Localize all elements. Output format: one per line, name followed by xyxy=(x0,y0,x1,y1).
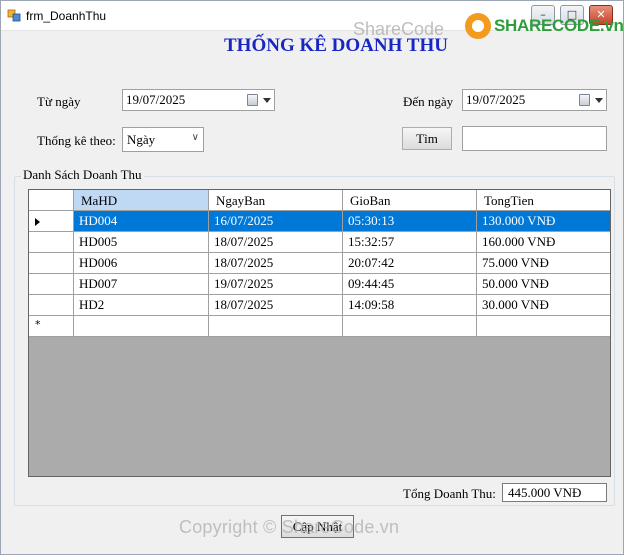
table-cell[interactable]: HD006 xyxy=(74,253,209,274)
current-row-arrow-icon xyxy=(35,218,40,226)
table-cell[interactable]: 18/07/2025 xyxy=(209,253,343,274)
table-cell[interactable]: 16/07/2025 xyxy=(209,211,343,232)
table-row[interactable]: HD005 18/07/2025 15:32:57 160.000 VNĐ xyxy=(29,232,610,253)
table-cell[interactable] xyxy=(477,316,610,337)
new-row[interactable]: * xyxy=(29,316,610,337)
total-revenue-value: 445.000 VNĐ xyxy=(508,485,582,500)
page-title: THỐNG KÊ DOANH THU xyxy=(224,35,448,56)
table-cell[interactable]: 160.000 VNĐ xyxy=(477,232,610,253)
search-button[interactable]: Tìm xyxy=(402,127,452,150)
column-header-ngayban[interactable]: NgayBan xyxy=(209,190,343,211)
column-header-gioban[interactable]: GioBan xyxy=(343,190,477,211)
row-header[interactable]: * xyxy=(29,316,74,337)
to-date-value: 19/07/2025 xyxy=(466,92,526,107)
table-cell[interactable]: 130.000 VNĐ xyxy=(477,211,610,232)
group-by-select[interactable]: Ngày ∨ xyxy=(122,127,204,152)
table-cell[interactable]: 14:09:58 xyxy=(343,295,477,316)
table-row[interactable]: HD004 16/07/2025 05:30:13 130.000 VNĐ xyxy=(29,211,610,232)
copyright-watermark: Copyright © ShareCode.vn xyxy=(179,517,400,537)
table-cell[interactable]: 50.000 VNĐ xyxy=(477,274,610,295)
table-cell[interactable]: HD005 xyxy=(74,232,209,253)
table-row[interactable]: HD006 18/07/2025 20:07:42 75.000 VNĐ xyxy=(29,253,610,274)
table-cell[interactable] xyxy=(343,316,477,337)
table-row[interactable]: HD007 19/07/2025 09:44:45 50.000 VNĐ xyxy=(29,274,610,295)
window-title: frm_DoanhThu xyxy=(26,9,107,23)
to-date-label: Đến ngày xyxy=(403,94,454,109)
row-header[interactable] xyxy=(29,211,74,232)
table-cell[interactable]: 19/07/2025 xyxy=(209,274,343,295)
row-header[interactable] xyxy=(29,295,74,316)
to-date-picker[interactable]: 19/07/2025 xyxy=(462,89,607,111)
table-cell[interactable]: HD2 xyxy=(74,295,209,316)
calendar-icon[interactable] xyxy=(247,94,258,106)
search-input[interactable] xyxy=(462,126,607,151)
column-header-mahd[interactable]: MaHD xyxy=(74,190,209,211)
column-header-tongtien[interactable]: TongTien xyxy=(477,190,610,211)
row-header[interactable] xyxy=(29,253,74,274)
table-cell[interactable]: 75.000 VNĐ xyxy=(477,253,610,274)
table-cell[interactable]: 30.000 VNĐ xyxy=(477,295,610,316)
app-icon xyxy=(7,9,21,22)
revenue-grid[interactable]: MaHD NgayBan GioBan TongTien HD004 16/07… xyxy=(28,189,611,477)
table-cell[interactable]: 05:30:13 xyxy=(343,211,477,232)
table-row[interactable]: HD2 18/07/2025 14:09:58 30.000 VNĐ xyxy=(29,295,610,316)
table-cell[interactable]: 20:07:42 xyxy=(343,253,477,274)
table-cell[interactable]: 18/07/2025 xyxy=(209,295,343,316)
window: frm_DoanhThu – □ ✕ ShareCode SHARECODE.v… xyxy=(0,0,624,555)
dropdown-arrow-icon[interactable] xyxy=(595,98,603,103)
table-cell[interactable]: HD004 xyxy=(74,211,209,232)
table-cell[interactable]: HD007 xyxy=(74,274,209,295)
total-revenue-field[interactable]: 445.000 VNĐ xyxy=(502,483,607,502)
row-header[interactable] xyxy=(29,274,74,295)
row-header-corner[interactable] xyxy=(29,190,74,211)
from-date-value: 19/07/2025 xyxy=(126,92,186,107)
chevron-down-icon: ∨ xyxy=(191,132,199,143)
logo-text: SHARECODE.vn xyxy=(494,16,624,35)
table-cell[interactable]: 09:44:45 xyxy=(343,274,477,295)
group-by-value: Ngày xyxy=(127,132,156,147)
total-revenue-label: Tổng Doanh Thu: xyxy=(403,486,496,501)
grid-header-row: MaHD NgayBan GioBan TongTien xyxy=(29,190,610,211)
from-date-label: Từ ngày xyxy=(37,94,81,109)
table-cell[interactable] xyxy=(209,316,343,337)
row-header[interactable] xyxy=(29,232,74,253)
dropdown-arrow-icon[interactable] xyxy=(263,98,271,103)
calendar-icon[interactable] xyxy=(579,94,590,106)
group-by-label: Thống kê theo: xyxy=(37,133,116,148)
revenue-list-title: Danh Sách Doanh Thu xyxy=(21,167,144,183)
from-date-picker[interactable]: 19/07/2025 xyxy=(122,89,275,111)
table-cell[interactable]: 18/07/2025 xyxy=(209,232,343,253)
table-cell[interactable]: 15:32:57 xyxy=(343,232,477,253)
table-cell[interactable] xyxy=(74,316,209,337)
new-row-marker: * xyxy=(35,318,41,331)
